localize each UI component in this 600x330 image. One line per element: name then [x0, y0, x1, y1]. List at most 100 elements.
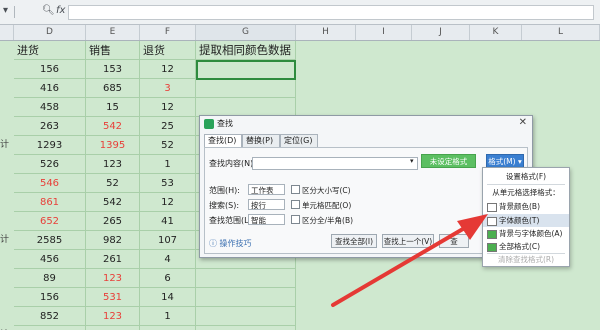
- cell-returns[interactable]: 3: [140, 79, 196, 98]
- column-header-g[interactable]: G: [196, 25, 296, 40]
- cell-sales[interactable]: 1395: [86, 136, 140, 155]
- cell-purchase[interactable]: 546: [14, 174, 86, 193]
- header-sales[interactable]: 销售: [86, 41, 140, 60]
- cell-purchase[interactable]: 1553: [14, 326, 86, 330]
- column-header-l[interactable]: L: [522, 25, 600, 40]
- selected-cell[interactable]: [196, 60, 296, 80]
- formula-input[interactable]: [68, 5, 594, 20]
- header-purchase[interactable]: 进货: [14, 41, 86, 60]
- cell-purchase[interactable]: 2585: [14, 231, 86, 250]
- search-select[interactable]: 按行: [248, 199, 285, 210]
- cell-returns[interactable]: 12: [140, 193, 196, 212]
- cell-returns[interactable]: 12: [140, 98, 196, 117]
- column-header-k[interactable]: K: [470, 25, 522, 40]
- table-row: 416 685 3: [0, 79, 600, 98]
- cell-extract[interactable]: [196, 288, 296, 307]
- cell-extract[interactable]: [196, 307, 296, 326]
- match-cell-checkbox[interactable]: 单元格匹配(O): [291, 200, 351, 211]
- match-width-checkbox[interactable]: 区分全/半角(B): [291, 215, 353, 226]
- cell-returns[interactable]: 52: [140, 136, 196, 155]
- cell-purchase[interactable]: 263: [14, 117, 86, 136]
- cell-purchase[interactable]: 458: [14, 98, 86, 117]
- column-header-d[interactable]: D: [14, 25, 86, 40]
- cell-purchase[interactable]: 156: [14, 288, 86, 307]
- cell-sales[interactable]: 123: [86, 155, 140, 174]
- cell-c-fragment: 计: [0, 326, 10, 330]
- scope-select[interactable]: 工作表: [248, 184, 285, 195]
- cell-extract[interactable]: [196, 269, 296, 288]
- cell-sales[interactable]: 123: [86, 269, 140, 288]
- cell-purchase[interactable]: 652: [14, 212, 86, 231]
- cell-sales[interactable]: 685: [86, 79, 140, 98]
- column-header-j[interactable]: J: [412, 25, 470, 40]
- cell-purchase[interactable]: 852: [14, 307, 86, 326]
- find-content-input[interactable]: [252, 157, 418, 170]
- column-header-f[interactable]: F: [140, 25, 196, 40]
- match-case-checkbox[interactable]: 区分大小写(C): [291, 185, 351, 196]
- cell-purchase[interactable]: 526: [14, 155, 86, 174]
- cell-sales[interactable]: 15: [86, 98, 140, 117]
- cell-sales[interactable]: 153: [86, 60, 140, 79]
- column-header-e[interactable]: E: [86, 25, 140, 40]
- cell-c-fragment: [0, 60, 10, 79]
- menu-set-format[interactable]: 设置格式(F): [483, 170, 569, 183]
- expand-icon[interactable]: ▾: [3, 5, 8, 16]
- cell-returns[interactable]: 25: [140, 326, 196, 330]
- find-previous-button[interactable]: 查找上一个(V): [382, 234, 434, 248]
- menu-font-color[interactable]: 字体颜色(T): [483, 214, 569, 227]
- cell-purchase[interactable]: 416: [14, 79, 86, 98]
- cell-returns[interactable]: 4: [140, 250, 196, 269]
- cell-purchase[interactable]: 156: [14, 60, 86, 79]
- table-row: 156 531 14: [0, 288, 600, 307]
- cell-sales[interactable]: 1038: [86, 326, 140, 330]
- menu-bg-font-label: 背景与字体颜色(A): [499, 229, 563, 238]
- find-next-button[interactable]: 查: [439, 234, 469, 248]
- cell-sales[interactable]: 542: [86, 193, 140, 212]
- menu-divider: [487, 184, 565, 185]
- cell-extract[interactable]: [196, 326, 296, 330]
- search-label: 搜索(S):: [209, 201, 240, 210]
- tips-link[interactable]: ⓘ 操作技巧: [209, 238, 252, 249]
- table-row: 89 123 6: [0, 269, 600, 288]
- cell-returns[interactable]: 53: [140, 174, 196, 193]
- cell-returns[interactable]: 1: [140, 307, 196, 326]
- cell-returns[interactable]: 6: [140, 269, 196, 288]
- cell-sales[interactable]: 261: [86, 250, 140, 269]
- tab-replace[interactable]: 替换(P): [242, 134, 280, 147]
- column-header-h[interactable]: H: [296, 25, 356, 40]
- cell-sales[interactable]: 531: [86, 288, 140, 307]
- cell-purchase[interactable]: 1293: [14, 136, 86, 155]
- header-returns[interactable]: 退货: [140, 41, 196, 60]
- fx-icon[interactable]: fx: [56, 5, 65, 16]
- tab-goto[interactable]: 定位(G): [280, 134, 318, 147]
- close-icon[interactable]: ✕: [519, 117, 527, 128]
- header-extract-same-color[interactable]: 提取相同颜色数据: [196, 41, 296, 60]
- menu-clear-format[interactable]: 清除查找格式(R): [483, 253, 569, 266]
- cell-returns[interactable]: 12: [140, 60, 196, 79]
- menu-background-and-font-color[interactable]: 背景与字体颜色(A): [483, 227, 569, 240]
- cell-extract[interactable]: [196, 79, 296, 98]
- cell-purchase[interactable]: 456: [14, 250, 86, 269]
- lookin-select[interactable]: 智能: [248, 214, 285, 225]
- cell-returns[interactable]: 107: [140, 231, 196, 250]
- cell-purchase[interactable]: 861: [14, 193, 86, 212]
- tab-find[interactable]: 查找(D): [204, 134, 242, 147]
- cell-returns[interactable]: 25: [140, 117, 196, 136]
- cell-purchase[interactable]: 89: [14, 269, 86, 288]
- find-all-button[interactable]: 查找全部(I): [331, 234, 377, 248]
- search-zoom-icon[interactable]: 🔍︎: [42, 5, 55, 16]
- cell-sales[interactable]: 52: [86, 174, 140, 193]
- menu-all-formats[interactable]: 全部格式(C): [483, 240, 569, 253]
- format-button[interactable]: 格式(M) ▾: [486, 154, 524, 168]
- menu-background-color[interactable]: 背景颜色(B): [483, 200, 569, 213]
- find-dropdown-icon[interactable]: ▾: [410, 157, 414, 165]
- cell-sales[interactable]: 982: [86, 231, 140, 250]
- column-header-i[interactable]: I: [356, 25, 412, 40]
- cell-returns[interactable]: 14: [140, 288, 196, 307]
- cell-sales[interactable]: 123: [86, 307, 140, 326]
- cell-sales[interactable]: 542: [86, 117, 140, 136]
- cell-returns[interactable]: 41: [140, 212, 196, 231]
- cell-returns[interactable]: 1: [140, 155, 196, 174]
- cell-sales[interactable]: 265: [86, 212, 140, 231]
- cell-c-fragment: 计: [0, 140, 10, 150]
